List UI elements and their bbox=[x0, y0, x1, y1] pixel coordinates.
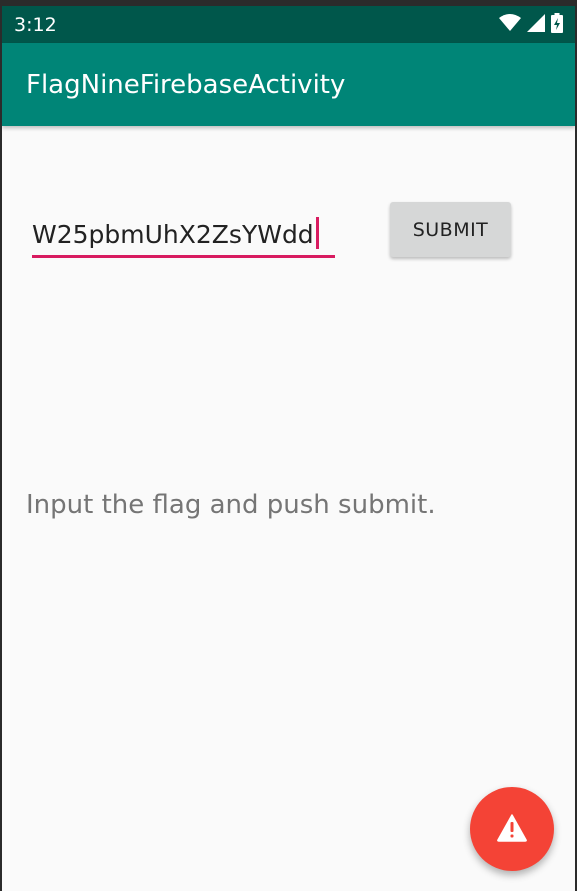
app-title: FlagNineFirebaseActivity bbox=[26, 69, 346, 100]
device-screen: 3:12 FlagNineFirebaseActivity W25pbmUhX2… bbox=[0, 0, 577, 891]
warning-icon bbox=[497, 813, 527, 845]
text-cursor bbox=[315, 217, 319, 249]
warning-fab[interactable] bbox=[470, 787, 554, 871]
signal-icon bbox=[527, 13, 545, 36]
submit-button[interactable]: SUBMIT bbox=[390, 202, 511, 257]
status-bar: 3:12 bbox=[2, 6, 575, 43]
flag-input[interactable]: W25pbmUhX2ZsYWdd bbox=[32, 210, 335, 258]
status-time: 3:12 bbox=[14, 13, 57, 36]
status-icons bbox=[499, 12, 563, 37]
app-bar: FlagNineFirebaseActivity bbox=[2, 43, 575, 126]
instruction-text: Input the flag and push submit. bbox=[26, 490, 436, 520]
wifi-icon bbox=[499, 13, 521, 36]
battery-charging-icon bbox=[551, 12, 563, 37]
flag-input-value: W25pbmUhX2ZsYWdd bbox=[32, 220, 314, 249]
